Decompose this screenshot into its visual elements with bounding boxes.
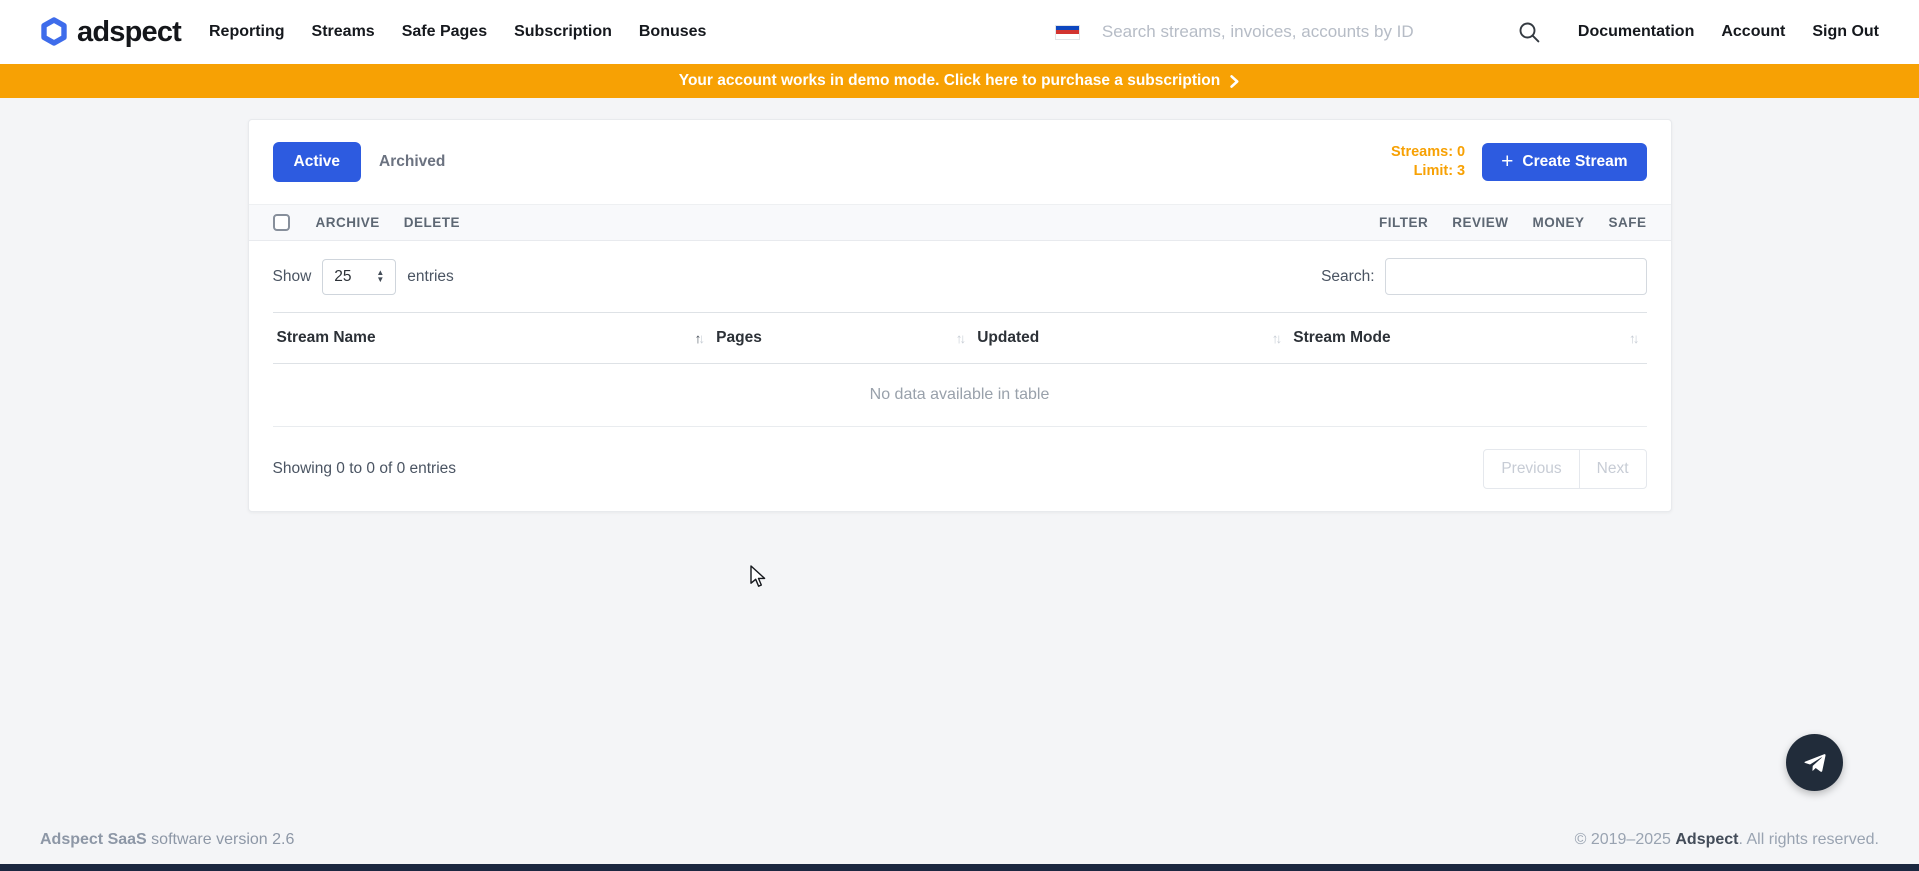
nav-bonuses[interactable]: Bonuses [639,23,707,41]
pagination: Previous Next [1483,449,1646,489]
global-search-input[interactable] [1102,22,1494,42]
show-label: Show [273,268,312,286]
previous-page-button[interactable]: Previous [1483,449,1579,489]
hexagon-logo-icon [40,17,68,47]
sort-icon: ↑↓ [956,331,964,346]
streams-count: Streams: 0 [1391,143,1465,162]
bulk-actions: ARCHIVE DELETE [316,215,485,230]
chevron-right-icon [1229,74,1240,89]
column-header-updated[interactable]: Updated ↑↓ [973,313,1289,364]
footer-version: Adspect SaaS software version 2.6 [40,831,294,849]
table-search-label: Search: [1321,268,1374,286]
stepper-icon: ▲▼ [376,270,384,283]
plus-icon: + [1501,153,1513,171]
search-icon[interactable] [1518,21,1541,44]
demo-banner-text[interactable]: Your account works in demo mode. Click h… [679,72,1220,90]
nav-sign-out[interactable]: Sign Out [1812,23,1879,41]
column-header-stream-mode[interactable]: Stream Mode ↑↓ [1289,313,1646,364]
streams-limit: Limit: 3 [1391,162,1465,181]
tab-archived[interactable]: Archived [361,142,463,182]
toggle-money[interactable]: MONEY [1532,215,1584,230]
entries-select-value: 25 [334,268,351,286]
toggle-safe[interactable]: SAFE [1608,215,1646,230]
card-header-row: Active Archived Streams: 0 Limit: 3 + Cr… [249,120,1671,204]
toggle-filter[interactable]: FILTER [1379,215,1428,230]
brand-name: adspect [77,16,181,49]
brand-logo[interactable]: adspect [40,16,181,49]
table-controls-row: Show 25 ▲▼ entries Search: [249,241,1671,312]
table-search-input[interactable] [1385,258,1647,295]
streams-table-wrap: Stream Name ↑↓ Pages ↑↓ Updated ↑↓ [249,312,1671,427]
table-header-row: Stream Name ↑↓ Pages ↑↓ Updated ↑↓ [273,313,1647,364]
nav-documentation[interactable]: Documentation [1578,23,1694,41]
sort-icon: ↑↓ [1629,331,1637,346]
bottom-edge-strip [0,864,1919,871]
table-search-wrap: Search: [1321,258,1646,295]
nav-safe-pages[interactable]: Safe Pages [402,23,487,41]
top-links: Documentation Account Sign Out [1551,23,1879,41]
telegram-chat-button[interactable] [1786,734,1843,791]
nav-reporting[interactable]: Reporting [209,23,285,41]
card-footer-row: Showing 0 to 0 of 0 entries Previous Nex… [249,427,1671,511]
header-search-area [733,21,1550,44]
nav-streams[interactable]: Streams [312,23,375,41]
telegram-plane-icon [1801,749,1829,777]
sort-icon: ↑↓ [695,331,703,346]
top-navbar: adspect Reporting Streams Safe Pages Sub… [0,0,1919,64]
empty-row: No data available in table [273,364,1647,427]
stream-quota: Streams: 0 Limit: 3 [1391,143,1465,181]
nav-subscription[interactable]: Subscription [514,23,612,41]
select-all-checkbox[interactable] [273,214,290,231]
sort-icon: ↑↓ [1272,331,1280,346]
column-header-pages[interactable]: Pages ↑↓ [712,313,973,364]
entries-label: entries [407,268,454,286]
archive-action[interactable]: ARCHIVE [316,215,380,230]
tab-active[interactable]: Active [273,142,362,182]
column-toggles: FILTER REVIEW MONEY SAFE [1355,215,1647,230]
language-flag-icon[interactable] [1055,25,1080,40]
streams-card: Active Archived Streams: 0 Limit: 3 + Cr… [248,119,1672,512]
demo-mode-banner[interactable]: Your account works in demo mode. Click h… [0,64,1919,98]
nav-account[interactable]: Account [1721,23,1785,41]
create-stream-button[interactable]: + Create Stream [1482,143,1646,181]
main-nav: Reporting Streams Safe Pages Subscriptio… [209,23,733,41]
next-page-button[interactable]: Next [1579,449,1647,489]
streams-table: Stream Name ↑↓ Pages ↑↓ Updated ↑↓ [273,312,1647,427]
table-info: Showing 0 to 0 of 0 entries [273,460,457,478]
bulk-actions-bar: ARCHIVE DELETE FILTER REVIEW MONEY SAFE [249,204,1671,241]
empty-message: No data available in table [273,364,1647,427]
mouse-cursor [748,565,770,589]
footer-copyright: © 2019–2025 Adspect. All rights reserved… [1575,831,1879,849]
toggle-review[interactable]: REVIEW [1452,215,1508,230]
delete-action[interactable]: DELETE [404,215,460,230]
page-footer: Adspect SaaS software version 2.6 © 2019… [0,831,1919,849]
column-header-stream-name[interactable]: Stream Name ↑↓ [273,313,713,364]
entries-select[interactable]: 25 ▲▼ [322,259,396,295]
